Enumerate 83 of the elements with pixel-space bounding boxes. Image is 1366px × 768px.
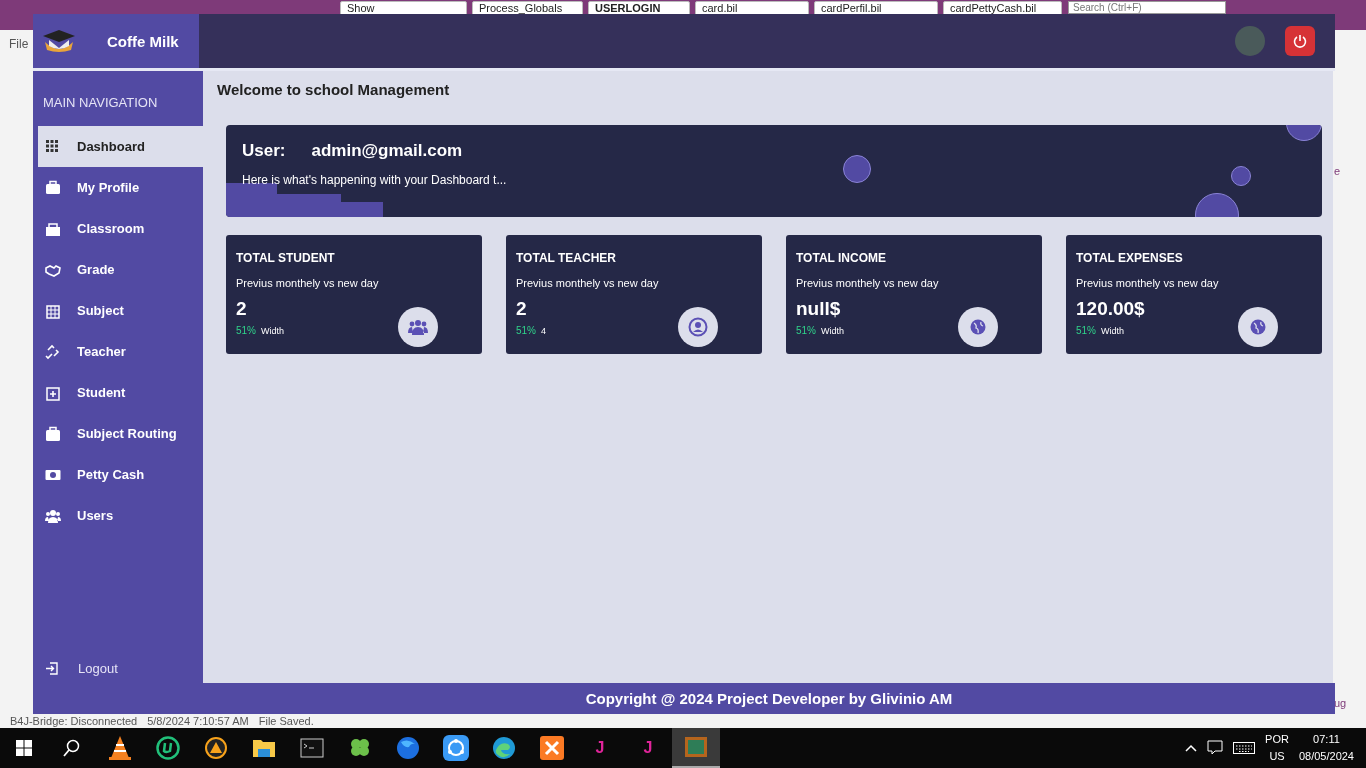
triangle-circle-icon[interactable] <box>205 737 227 759</box>
card-title: TOTAL INCOME <box>796 251 887 265</box>
users-icon <box>398 307 438 347</box>
nav-item[interactable]: Student <box>33 372 203 413</box>
card-percent: 51% <box>516 325 536 336</box>
nav-heading: MAIN NAVIGATION <box>42 94 159 112</box>
card-subtitle: Previus monthely vs new day <box>1076 277 1220 289</box>
folder-icon[interactable] <box>252 738 276 758</box>
card-value: null$ <box>796 298 842 320</box>
globe-icon <box>1238 307 1278 347</box>
card-title: TOTAL EXPENSES <box>1076 251 1184 265</box>
status-text: File Saved. <box>258 715 314 727</box>
chalkboard-icon[interactable] <box>684 736 708 758</box>
decor-circle <box>843 155 871 183</box>
user-email: admin@gmail.com <box>311 141 463 161</box>
sync-icon[interactable] <box>443 735 469 761</box>
users-icon <box>45 507 61 524</box>
graduation-cap-icon <box>41 28 77 54</box>
user-circle-icon <box>678 307 718 347</box>
cone-icon[interactable] <box>109 735 131 761</box>
card-subtitle: Previus monthely vs new day <box>516 277 660 289</box>
windows-start-icon[interactable] <box>16 740 32 756</box>
card-note: Width <box>821 326 845 336</box>
globe-icon <box>958 307 998 347</box>
calendar-plus-icon <box>45 384 61 401</box>
globe-icon[interactable] <box>396 736 420 760</box>
nav-item[interactable]: Grade <box>33 249 203 290</box>
user-label: User: <box>242 141 286 161</box>
power-icon <box>1293 34 1307 48</box>
page-title: Welcome to school Management <box>217 81 451 98</box>
card-value: 120.00$ <box>1076 298 1146 320</box>
nav-item[interactable]: Subject <box>33 290 203 331</box>
suitcase-icon <box>45 425 61 442</box>
terminal-icon[interactable] <box>300 738 324 758</box>
language-indicator[interactable]: POR <box>1265 731 1289 748</box>
menu-item[interactable]: File <box>9 37 29 51</box>
decor-circle <box>1231 166 1251 186</box>
keyboard-icon[interactable] <box>1233 742 1256 754</box>
nav-item[interactable]: My Profile <box>33 167 203 208</box>
power-button[interactable] <box>1285 26 1315 56</box>
clock-date[interactable]: 08/05/2024 <box>1298 748 1354 765</box>
nav-item[interactable]: Subject Routing <box>33 413 203 454</box>
card-note: Width <box>261 326 285 336</box>
nav-item[interactable]: Users <box>33 495 203 536</box>
briefcase-icon <box>45 179 61 196</box>
letter-icon[interactable]: J <box>595 739 605 757</box>
nav-item[interactable]: Petty Cash <box>33 454 203 495</box>
status-text: B4J-Bridge: Disconnected <box>10 715 138 727</box>
banner-subtitle: Here is what's happening with your Dashboard t... <box>242 173 507 187</box>
card-note: Width <box>1101 326 1125 336</box>
card-percent: 51% <box>796 325 816 336</box>
panel-label: ug <box>1334 697 1347 709</box>
calendar-icon <box>45 302 61 319</box>
card-title: TOTAL TEACHER <box>516 251 617 265</box>
card-subtitle: Previus monthely vs new day <box>796 277 940 289</box>
card-title: TOTAL STUDENT <box>236 251 336 265</box>
card-percent: 51% <box>1076 325 1096 336</box>
logout-icon <box>45 662 58 675</box>
letter-circle-icon[interactable] <box>156 736 180 760</box>
search-icon[interactable] <box>63 739 81 757</box>
message-icon[interactable] <box>1207 740 1224 756</box>
clock-time[interactable]: 07:11 <box>1313 731 1340 748</box>
card-value: 2 <box>236 298 248 320</box>
panel-label: e <box>1334 165 1342 177</box>
status-text: 5/8/2024 7:10:57 AM <box>147 715 249 727</box>
language-indicator[interactable]: US <box>1269 748 1285 765</box>
card-value: 2 <box>516 298 528 320</box>
card-percent: 51% <box>236 325 256 336</box>
card-note: 4 <box>541 326 547 336</box>
copyright-text: Copyright @ 2024 Project Developer by Glivinio AM <box>585 690 953 707</box>
chevron-up-icon[interactable] <box>1185 744 1198 752</box>
card-subtitle: Previus monthely vs new day <box>236 277 380 289</box>
nav-item[interactable]: Dashboard <box>38 126 203 167</box>
grid-icon <box>45 138 61 155</box>
nav-item[interactable]: Classroom <box>33 208 203 249</box>
search-field[interactable]: Search (Ctrl+F) <box>1068 1 1226 14</box>
wave-circle-icon[interactable] <box>492 736 516 760</box>
nav-item[interactable]: Teacher <box>33 331 203 372</box>
cross-square-icon[interactable] <box>540 736 564 760</box>
logout-button[interactable]: Logout <box>33 660 203 677</box>
letter-icon[interactable]: J <box>643 739 653 757</box>
bag-icon <box>45 220 61 237</box>
brand-name: Coffe Milk <box>107 32 179 50</box>
